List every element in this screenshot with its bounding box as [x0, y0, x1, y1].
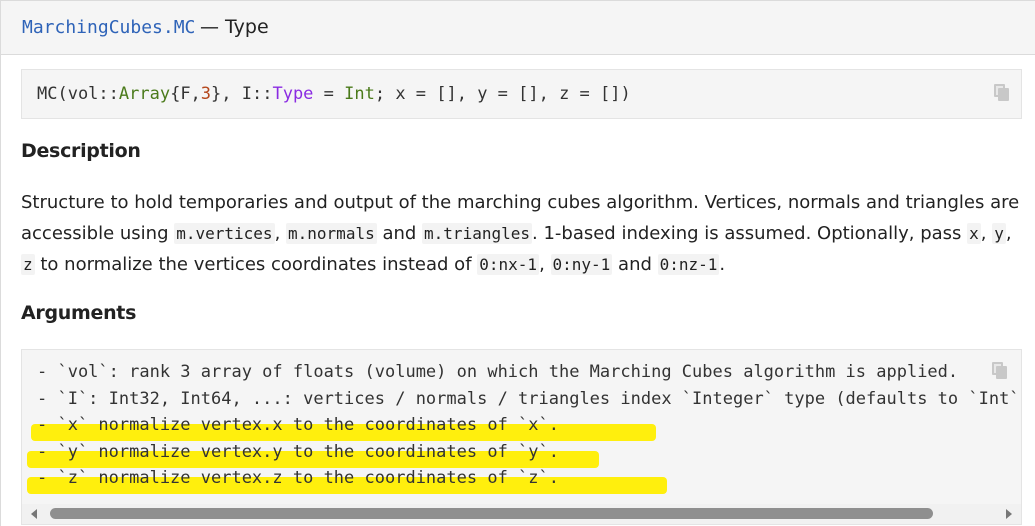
sig-text: MC(vol:: [37, 84, 119, 104]
desc-text: to normalize the vertices coordinates in… [34, 254, 478, 275]
desc-text: , [274, 223, 287, 244]
horizontal-scrollbar[interactable] [22, 504, 1021, 524]
sig-type: Array [118, 84, 171, 104]
arguments-lines: - `vol`: rank 3 array of floats (volume)… [27, 362, 1022, 495]
desc-text: . [719, 254, 726, 275]
desc-text: and [376, 223, 423, 244]
argument-line-y: - `y` normalize vertex.y to the coordina… [27, 441, 1021, 469]
description-heading: Description [21, 140, 141, 162]
sig-number: 3 [200, 84, 212, 104]
inline-code: m.vertices [174, 223, 275, 244]
desc-text: , [1005, 223, 1012, 244]
copy-icon[interactable] [994, 84, 1010, 102]
desc-text: . 1-based indexing is assumed. Optionall… [532, 223, 968, 244]
docstring-category: — Type [200, 16, 269, 38]
scrollbar-thumb[interactable] [50, 508, 933, 519]
desc-text: , [539, 254, 551, 275]
arguments-heading: Arguments [21, 302, 137, 324]
sig-text: = [313, 84, 345, 104]
argument-text: - `I`: Int32, Int64, ...: vertices / nor… [37, 388, 1022, 409]
sig-type: Int [344, 84, 375, 104]
binding-link[interactable]: MarchingCubes.MC [22, 17, 195, 38]
scroll-left-arrow-icon[interactable] [31, 509, 37, 519]
description-paragraph: Structure to hold temporaries and output… [21, 187, 1026, 280]
arguments-code-block[interactable]: - `vol`: rank 3 array of floats (volume)… [21, 349, 1022, 525]
argument-line-vol: - `vol`: rank 3 array of floats (volume)… [37, 362, 1021, 389]
sig-text: {F, [170, 84, 201, 104]
inline-code: 0:nx-1 [477, 254, 540, 275]
inline-code: x [967, 223, 981, 244]
argument-text: - `x` normalize vertex.x to the coordina… [37, 415, 559, 435]
inline-code: z [21, 254, 35, 275]
argument-text: - `vol`: rank 3 array of floats (volume)… [37, 362, 959, 382]
argument-text: - `y` normalize vertex.y to the coordina… [37, 441, 559, 462]
signature-code-block: MC(vol::Array{F,3}, I::Type = Int; x = [… [21, 69, 1022, 119]
sig-text: ; x = [], y = [], z = []) [374, 84, 631, 104]
signature-code: MC(vol::Array{F,3}, I::Type = Int; x = [… [37, 84, 631, 104]
inline-code: y [992, 223, 1006, 244]
inline-code: 0:nz-1 [657, 254, 720, 275]
scroll-right-arrow-icon[interactable] [1006, 509, 1012, 519]
desc-text: and [612, 254, 658, 275]
argument-line-x: - `x` normalize vertex.x to the coordina… [31, 415, 1021, 442]
inline-code: 0:ny-1 [550, 254, 613, 275]
inline-code: m.triangles [422, 223, 532, 244]
argument-line-z: - `z` normalize vertex.z to the coordina… [27, 468, 1021, 495]
argument-line-I: - `I`: Int32, Int64, ...: vertices / nor… [37, 388, 1022, 416]
argument-text: - `z` normalize vertex.z to the coordina… [37, 468, 559, 488]
sig-text: }, I:: [211, 84, 273, 104]
sig-type: Type [272, 84, 314, 104]
inline-code: m.normals [286, 223, 377, 244]
docstring: MarchingCubes.MC — Type MC(vol::Array{F,… [0, 0, 1035, 526]
copy-icon[interactable] [992, 362, 1008, 380]
desc-text: , [980, 223, 993, 244]
docstring-header: MarchingCubes.MC — Type [1, 1, 1035, 55]
